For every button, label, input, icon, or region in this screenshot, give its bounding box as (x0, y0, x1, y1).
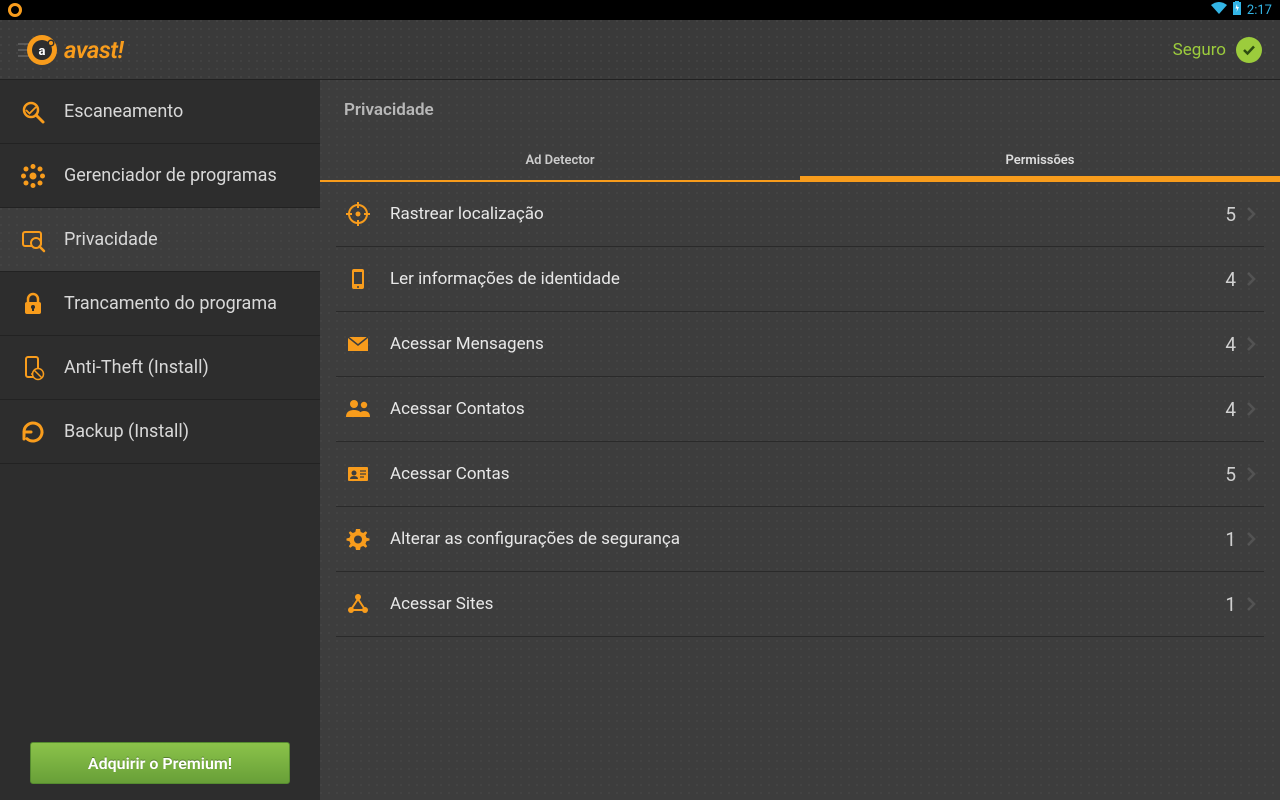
permission-count: 5 (1225, 463, 1236, 486)
apps-icon (20, 163, 46, 189)
permission-count: 4 (1225, 268, 1236, 291)
tab-ad-detector[interactable]: Ad Detector (320, 140, 800, 180)
permission-item-contacts[interactable]: Acessar Contatos 4 (336, 377, 1264, 442)
backup-icon (20, 419, 46, 445)
avast-logo-icon: a (26, 34, 58, 66)
permission-item-messages[interactable]: Acessar Mensagens 4 (336, 312, 1264, 377)
permission-item-identity[interactable]: Ler informações de identidade 4 (336, 247, 1264, 312)
permission-label: Acessar Sites (390, 594, 1225, 614)
permission-item-location[interactable]: Rastrear localização 5 (336, 182, 1264, 247)
status-time: 2:17 (1247, 3, 1272, 18)
permission-list: Rastrear localização 5 Ler informações d… (320, 182, 1280, 637)
network-icon (344, 590, 372, 618)
svg-text:a: a (39, 44, 46, 59)
app-name: avast! (64, 36, 123, 64)
sidebar-item-label: Privacidade (64, 229, 158, 250)
page-title: Privacidade (320, 80, 1280, 140)
app-logo[interactable]: a avast! (26, 34, 123, 66)
phone-icon (344, 265, 372, 293)
permission-label: Acessar Contatos (390, 399, 1225, 419)
id-card-icon (344, 460, 372, 488)
sidebar-item-backup[interactable]: Backup (Install) (0, 400, 320, 464)
android-status-bar: 2:17 (0, 0, 1280, 20)
permission-count: 1 (1225, 528, 1236, 551)
chevron-right-icon (1246, 466, 1256, 482)
sidebar-item-label: Anti-Theft (Install) (64, 357, 209, 378)
location-icon (344, 200, 372, 228)
premium-button[interactable]: Adquirir o Premium! (30, 742, 290, 784)
tab-permissions[interactable]: Permissões (800, 140, 1280, 180)
sidebar-item-label: Backup (Install) (64, 421, 189, 442)
safe-status-icon (1236, 37, 1262, 63)
wifi-icon (1211, 2, 1227, 18)
sidebar-item-label: Gerenciador de programas (64, 165, 277, 186)
permission-count: 5 (1225, 203, 1236, 226)
scan-icon (20, 99, 46, 125)
privacy-icon (20, 227, 46, 253)
permission-label: Rastrear localização (390, 204, 1225, 224)
sidebar-item-label: Trancamento do programa (64, 293, 277, 314)
chevron-right-icon (1246, 596, 1256, 612)
chevron-right-icon (1246, 206, 1256, 222)
avast-notification-icon (8, 3, 22, 17)
sidebar-item-app-lock[interactable]: Trancamento do programa (0, 272, 320, 336)
sidebar: Escaneamento Gerenciador de programas Pr… (0, 80, 320, 800)
chevron-right-icon (1246, 531, 1256, 547)
chevron-right-icon (1246, 401, 1256, 417)
permission-item-sites[interactable]: Acessar Sites 1 (336, 572, 1264, 637)
sidebar-item-scan[interactable]: Escaneamento (0, 80, 320, 144)
sidebar-item-app-manager[interactable]: Gerenciador de programas (0, 144, 320, 208)
permission-count: 1 (1225, 593, 1236, 616)
gear-icon (344, 525, 372, 553)
permission-count: 4 (1225, 333, 1236, 356)
permission-label: Acessar Contas (390, 464, 1225, 484)
safe-status-label: Seguro (1173, 40, 1226, 60)
permission-item-security-settings[interactable]: Alterar as configurações de segurança 1 (336, 507, 1264, 572)
envelope-icon (344, 330, 372, 358)
lock-icon (20, 291, 46, 317)
chevron-right-icon (1246, 271, 1256, 287)
permission-label: Alterar as configurações de segurança (390, 529, 1225, 549)
permission-label: Acessar Mensagens (390, 334, 1225, 354)
anti-theft-icon (20, 355, 46, 381)
contacts-icon (344, 395, 372, 423)
sidebar-item-privacy[interactable]: Privacidade (0, 208, 320, 272)
app-header: a avast! Seguro (0, 20, 1280, 80)
content-panel: Privacidade Ad Detector Permissões Rastr… (320, 80, 1280, 800)
sidebar-item-anti-theft[interactable]: Anti-Theft (Install) (0, 336, 320, 400)
battery-icon (1233, 1, 1241, 19)
permission-count: 4 (1225, 398, 1236, 421)
tabs: Ad Detector Permissões (320, 140, 1280, 182)
permission-label: Ler informações de identidade (390, 269, 1225, 289)
sidebar-item-label: Escaneamento (64, 101, 183, 122)
chevron-right-icon (1246, 336, 1256, 352)
permission-item-accounts[interactable]: Acessar Contas 5 (336, 442, 1264, 507)
